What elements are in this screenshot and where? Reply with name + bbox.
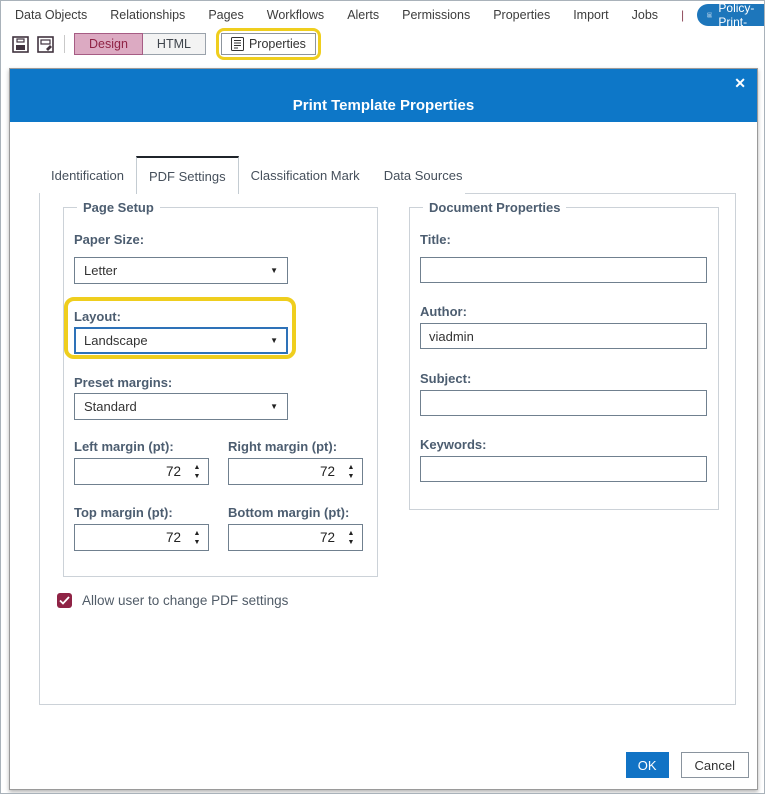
bottom-margin-spinner: ▲ ▼ — [228, 524, 363, 551]
right-margin-spinner: ▲ ▼ — [228, 458, 363, 485]
spin-down-icon[interactable]: ▼ — [194, 473, 201, 480]
document-properties-legend: Document Properties — [423, 200, 566, 215]
properties-button-label: Properties — [249, 37, 306, 51]
spinner-buttons: ▲ ▼ — [186, 464, 208, 480]
page-setup-group: Page Setup Paper Size: Letter ▼ Layout: … — [63, 207, 378, 577]
spin-down-icon[interactable]: ▼ — [194, 539, 201, 546]
left-margin-spinner: ▲ ▼ — [74, 458, 209, 485]
nav-item-import[interactable]: Import — [573, 8, 608, 22]
preset-margins-dropdown[interactable]: Standard ▼ — [74, 393, 288, 420]
dialog-close-icon[interactable]: ✕ — [734, 75, 746, 92]
dialog-title: Print Template Properties — [10, 97, 757, 114]
page-setup-legend: Page Setup — [77, 200, 160, 215]
subject-label: Subject: — [420, 371, 471, 386]
keywords-field[interactable] — [420, 456, 707, 482]
subject-field[interactable] — [420, 390, 707, 416]
tab-data-sources[interactable]: Data Sources — [372, 156, 475, 194]
nav-separator: | — [681, 8, 684, 22]
design-toggle-button[interactable]: Design — [74, 33, 143, 55]
toolbar-divider — [64, 35, 65, 53]
spin-up-icon[interactable]: ▲ — [348, 530, 355, 537]
preset-margins-label: Preset margins: — [74, 375, 172, 390]
nav-item-pages[interactable]: Pages — [208, 8, 243, 22]
spin-up-icon[interactable]: ▲ — [194, 464, 201, 471]
spinner-buttons: ▲ ▼ — [186, 530, 208, 546]
top-margin-spinner: ▲ ▼ — [74, 524, 209, 551]
properties-button[interactable]: Properties — [221, 33, 316, 55]
spin-down-icon[interactable]: ▼ — [348, 539, 355, 546]
chevron-down-icon: ▼ — [270, 402, 278, 411]
paper-size-label: Paper Size: — [74, 232, 144, 247]
paper-size-dropdown[interactable]: Letter ▼ — [74, 257, 288, 284]
nav-item-relationships[interactable]: Relationships — [110, 8, 185, 22]
title-label: Title: — [420, 232, 451, 247]
spinner-buttons: ▲ ▼ — [340, 464, 362, 480]
layout-label: Layout: — [74, 309, 121, 324]
bottom-margin-input[interactable] — [229, 530, 340, 545]
allow-pdf-change-checkbox[interactable] — [57, 593, 72, 608]
properties-button-highlight: Properties — [216, 28, 321, 60]
chevron-down-icon: ▼ — [270, 266, 278, 275]
properties-icon — [231, 37, 244, 51]
nav-item-workflows[interactable]: Workflows — [267, 8, 324, 22]
layout-dropdown[interactable]: Landscape ▼ — [74, 327, 288, 354]
nav-item-data-objects[interactable]: Data Objects — [15, 8, 87, 22]
spin-up-icon[interactable]: ▲ — [348, 464, 355, 471]
left-margin-label: Left margin (pt): — [74, 439, 174, 454]
document-properties-group: Document Properties Title: Author: Subje… — [409, 207, 719, 510]
ok-button[interactable]: OK — [626, 752, 669, 778]
top-navigation: Data Objects Relationships Pages Workflo… — [1, 1, 764, 29]
dialog-tabs: Identification PDF Settings Classificati… — [39, 156, 474, 194]
app-window: Data Objects Relationships Pages Workflo… — [0, 0, 765, 794]
paper-size-value: Letter — [84, 263, 117, 278]
nav-right-group: | Auto-Policy-Print-Templ... * ✕ — [681, 4, 765, 26]
author-label: Author: — [420, 304, 467, 319]
nav-item-alerts[interactable]: Alerts — [347, 8, 379, 22]
right-margin-label: Right margin (pt): — [228, 439, 337, 454]
spinner-buttons: ▲ ▼ — [340, 530, 362, 546]
spin-down-icon[interactable]: ▼ — [348, 473, 355, 480]
html-toggle-button[interactable]: HTML — [143, 33, 206, 55]
allow-pdf-change-label: Allow user to change PDF settings — [82, 593, 288, 608]
top-margin-input[interactable] — [75, 530, 186, 545]
tab-pdf-settings[interactable]: PDF Settings — [136, 156, 239, 194]
author-field[interactable] — [420, 323, 707, 349]
preset-margins-value: Standard — [84, 399, 137, 414]
title-field[interactable] — [420, 257, 707, 283]
allow-pdf-change-row: Allow user to change PDF settings — [57, 593, 288, 608]
cancel-button[interactable]: Cancel — [681, 752, 749, 778]
editor-toolbar: Design HTML Properties — [1, 29, 764, 59]
save-icon[interactable] — [11, 35, 29, 53]
view-mode-toggle: Design HTML — [74, 33, 206, 55]
template-icon — [707, 9, 712, 21]
panel-top-border — [465, 193, 735, 194]
check-icon — [59, 596, 70, 605]
tab-classification-mark[interactable]: Classification Mark — [239, 156, 372, 194]
open-document-tab[interactable]: Auto-Policy-Print-Templ... * ✕ — [697, 4, 765, 26]
nav-item-properties[interactable]: Properties — [493, 8, 550, 22]
spin-up-icon[interactable]: ▲ — [194, 530, 201, 537]
right-margin-input[interactable] — [229, 464, 340, 479]
chevron-down-icon: ▼ — [270, 336, 278, 345]
save-as-icon[interactable] — [36, 35, 54, 53]
tab-identification[interactable]: Identification — [39, 156, 136, 194]
pdf-settings-panel: Page Setup Paper Size: Letter ▼ Layout: … — [39, 193, 736, 705]
dialog-header: Print Template Properties ✕ — [10, 69, 757, 122]
nav-item-permissions[interactable]: Permissions — [402, 8, 470, 22]
nav-item-jobs[interactable]: Jobs — [632, 8, 658, 22]
left-margin-input[interactable] — [75, 464, 186, 479]
keywords-label: Keywords: — [420, 437, 486, 452]
print-template-properties-dialog: Print Template Properties ✕ Identificati… — [9, 68, 758, 790]
bottom-margin-label: Bottom margin (pt): — [228, 505, 349, 520]
layout-value: Landscape — [84, 333, 148, 348]
top-margin-label: Top margin (pt): — [74, 505, 173, 520]
dialog-button-bar: OK Cancel — [626, 752, 749, 778]
